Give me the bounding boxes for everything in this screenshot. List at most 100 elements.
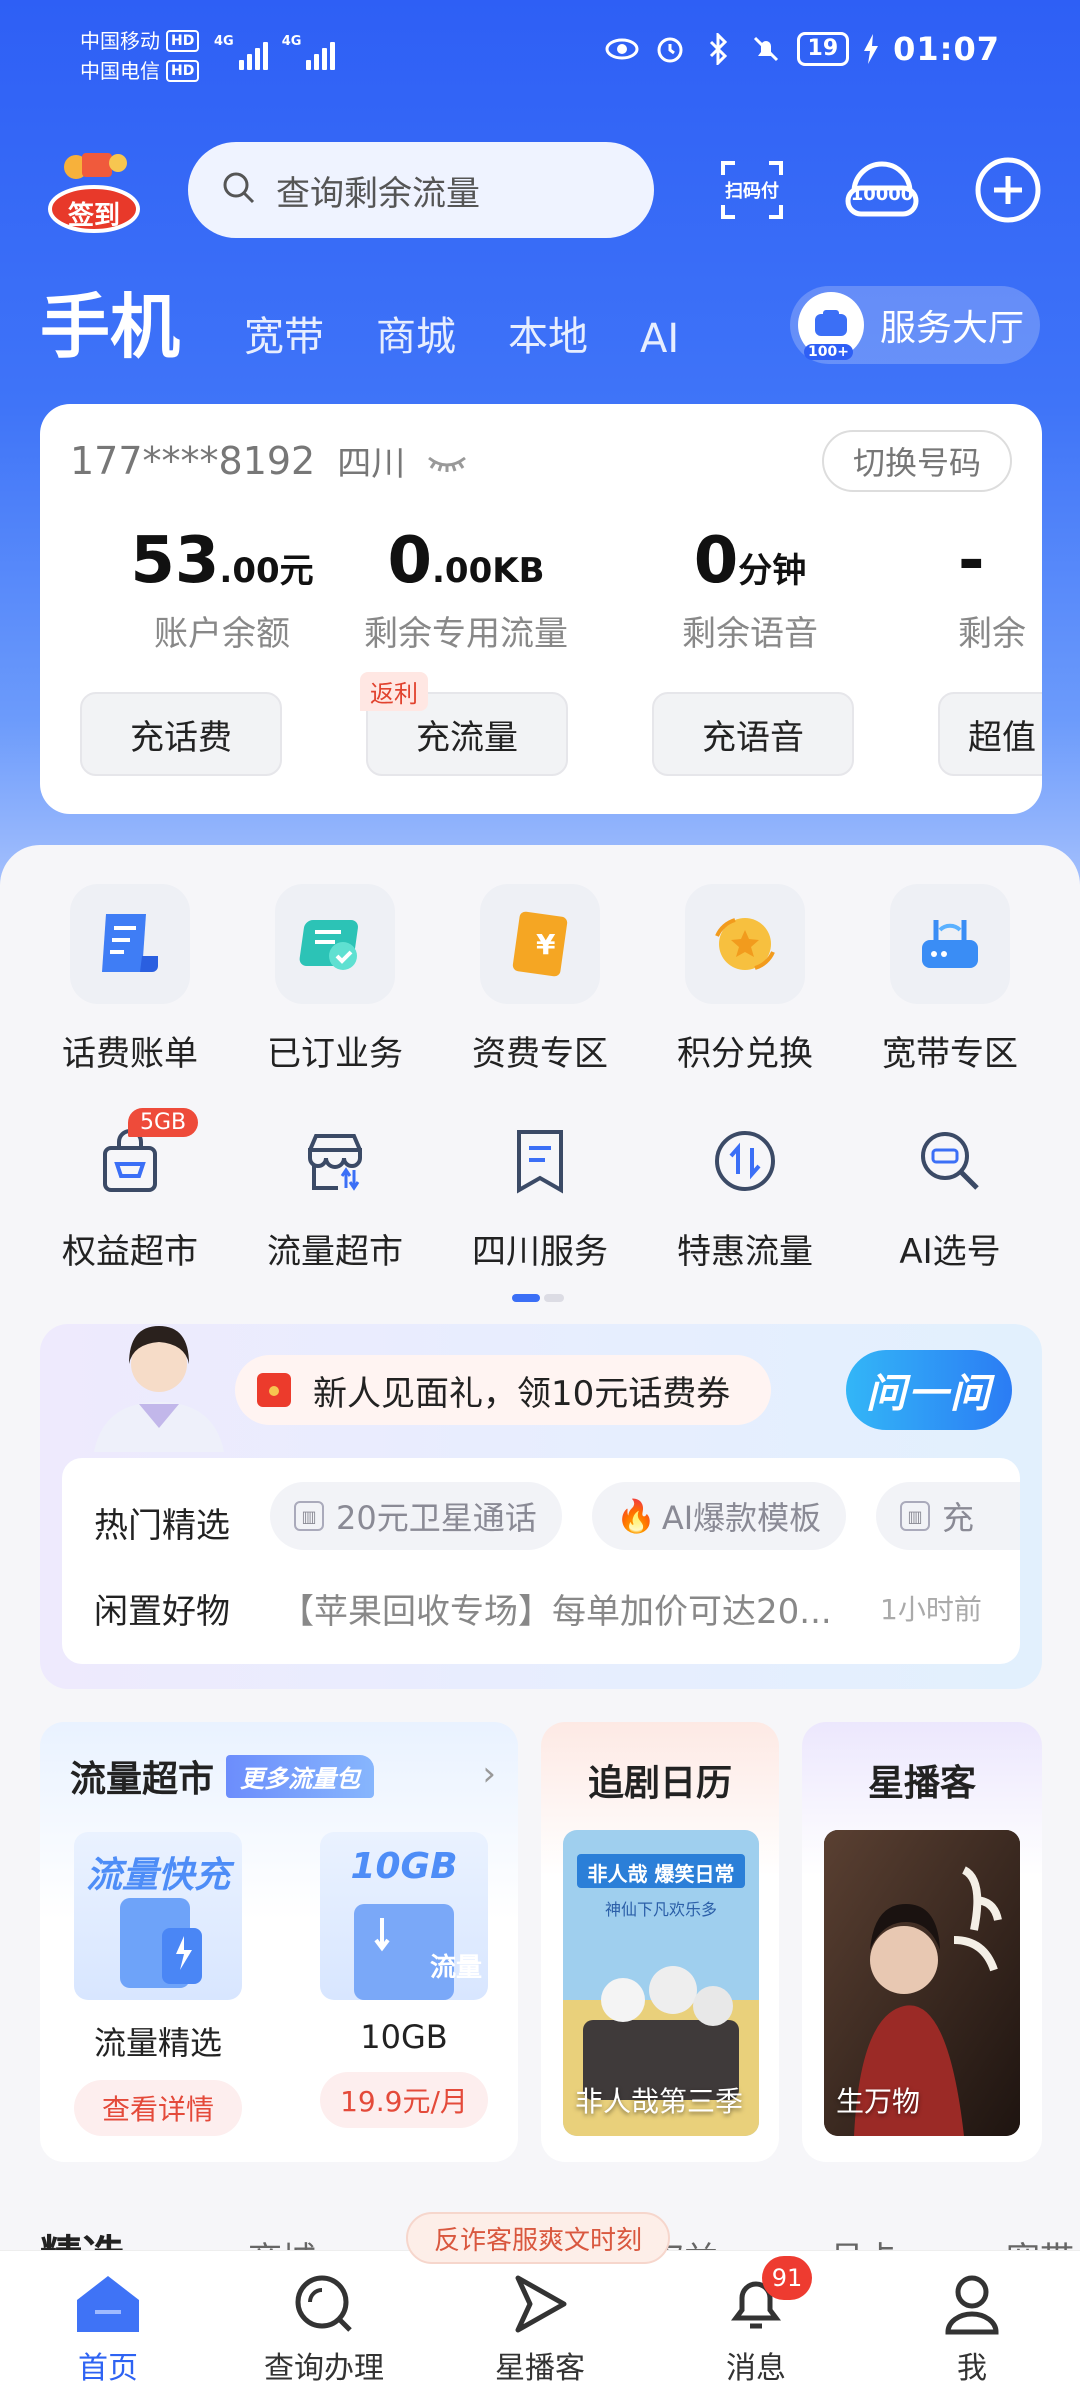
- gift-text: 新人见面礼，领10元话费券: [313, 1373, 731, 1414]
- data-market-card[interactable]: 流量超市 更多流量包 › 流量快充 流量精选 查看详情 10GB 流量 10GB…: [40, 1722, 518, 2162]
- search-icon: [222, 171, 256, 209]
- service-ai-number[interactable]: AI选号: [860, 1116, 1040, 1273]
- ai-search-icon: [905, 1116, 995, 1206]
- voice-stat[interactable]: 0分钟 剩余语音: [620, 524, 880, 655]
- home-icon: [73, 2269, 143, 2339]
- product-name: 10GB: [360, 2018, 448, 2056]
- nav-label: 首页: [78, 2351, 138, 2386]
- drama-calendar-card[interactable]: 追剧日历 非人哉 爆笑日常 神仙下凡欢乐多 非人哉第三季: [541, 1722, 779, 2162]
- star-podcast-card[interactable]: 星播客 生万物: [802, 1722, 1042, 2162]
- hd-badge: HD: [166, 60, 200, 82]
- service-label: 积分兑换: [677, 1034, 813, 1074]
- nav-me[interactable]: 我: [897, 2251, 1047, 2387]
- service-hall-button[interactable]: 100+ 服务大厅: [790, 286, 1040, 364]
- service-data-market[interactable]: 流量超市: [245, 1116, 425, 1273]
- tab-local[interactable]: 本地: [508, 304, 588, 372]
- service-hall-badge: 100+: [804, 344, 853, 360]
- nav-star-podcast[interactable]: 星播客: [465, 2251, 615, 2387]
- signin-button[interactable]: 签到: [46, 145, 142, 241]
- nav-home[interactable]: 首页: [33, 2251, 183, 2387]
- poster-title: 生万物: [836, 2085, 921, 2118]
- service-sichuan[interactable]: 四川服务: [450, 1116, 630, 1273]
- service-subscribed[interactable]: 已订业务: [245, 884, 425, 1075]
- view-details-button[interactable]: 查看详情: [74, 2080, 242, 2136]
- resale-text[interactable]: 【苹果回收专场】每单加价可达20...: [280, 1584, 832, 1633]
- carrier-1: 中国移动: [80, 29, 160, 53]
- topup-credit-button[interactable]: 充话费: [80, 692, 282, 776]
- voice-label: 剩余语音: [682, 614, 818, 654]
- service-label: 特惠流量: [677, 1232, 813, 1272]
- chip-ai-template[interactable]: 🔥 AI爆款模板: [592, 1482, 846, 1550]
- ask-button[interactable]: 问一问: [846, 1350, 1012, 1430]
- chip-satellite[interactable]: ▥ 20元卫星通话: [270, 1482, 562, 1550]
- card-title: 流量超市: [70, 1759, 215, 1800]
- service-broadband[interactable]: 宽带专区: [860, 884, 1040, 1075]
- tab-ai[interactable]: AI: [640, 316, 679, 372]
- hotline-label: 10000: [850, 184, 914, 205]
- signal-icon: 4G: [214, 34, 268, 70]
- search-input[interactable]: 查询剩余流量: [188, 142, 654, 238]
- service-agent-avatar[interactable]: [84, 1312, 234, 1452]
- signal-icon: 4G: [282, 34, 336, 70]
- chip-label: 充: [942, 1499, 975, 1537]
- poster-subtitle: 神仙下凡欢乐多: [604, 1900, 717, 1919]
- product-name: 流量精选: [93, 2024, 222, 2062]
- balance-label: 账户余额: [154, 614, 290, 654]
- topup-voice-button[interactable]: 充语音: [652, 692, 854, 776]
- drama-poster[interactable]: 非人哉 爆笑日常 神仙下凡欢乐多 非人哉第三季: [563, 1830, 759, 2136]
- charging-icon: [863, 32, 879, 66]
- service-points[interactable]: 积分兑换: [655, 884, 835, 1075]
- clock: 01:07: [893, 30, 1000, 68]
- new-user-gift-banner[interactable]: 新人见面礼，领10元话费券: [235, 1355, 771, 1425]
- nav-label: 查询办理: [264, 2351, 384, 2386]
- card-title: 星播客: [867, 1763, 976, 1804]
- router-icon: [890, 884, 1010, 1004]
- user-icon: [937, 2269, 1007, 2339]
- page-indicator: [512, 1294, 564, 1302]
- product-10gb[interactable]: 10GB 流量 10GB 19.9元/月: [320, 1832, 488, 2128]
- balance-unit: 元: [279, 551, 314, 591]
- signin-label: 签到: [67, 201, 120, 231]
- service-bill[interactable]: 话费账单: [40, 884, 220, 1075]
- data-stat[interactable]: 0.00KB 剩余专用流量: [336, 524, 596, 655]
- service-label: 流量超市: [267, 1232, 403, 1272]
- network-type: 4G: [214, 34, 234, 49]
- balance-stat[interactable]: 53.00元 账户余额: [92, 524, 352, 655]
- other-stat[interactable]: - 剩余: [906, 524, 1042, 655]
- service-label: 宽带专区: [882, 1034, 1018, 1074]
- service-tariff[interactable]: ¥ 资费专区: [450, 884, 630, 1075]
- eye-icon: [605, 32, 639, 66]
- voice-unit: 分钟: [738, 551, 807, 591]
- balance-int: 53: [130, 524, 220, 598]
- tab-broadband[interactable]: 宽带: [244, 304, 324, 372]
- more-packs-tag[interactable]: 更多流量包: [226, 1754, 375, 1798]
- data-label: 剩余专用流量: [364, 614, 568, 654]
- service-benefits-market[interactable]: 权益超市: [40, 1116, 220, 1273]
- tab-mall[interactable]: 商城: [376, 304, 456, 372]
- chevron-right-icon[interactable]: ›: [482, 1754, 496, 1794]
- scan-pay-button[interactable]: 扫码付: [712, 150, 792, 230]
- service-label: 话费账单: [62, 1034, 198, 1074]
- nav-query[interactable]: 查询办理: [249, 2251, 399, 2387]
- product-fast-charge[interactable]: 流量快充 流量精选 查看详情: [74, 1832, 242, 2136]
- add-button[interactable]: [968, 150, 1048, 230]
- service-special-data[interactable]: 特惠流量: [655, 1116, 835, 1273]
- switch-number-button[interactable]: 切换号码: [822, 430, 1012, 492]
- mute-icon: [749, 32, 783, 66]
- carrier-2: 中国电信: [80, 59, 160, 83]
- query-icon: [289, 2269, 359, 2339]
- hotline-button[interactable]: 10000: [842, 150, 922, 230]
- tag-icon: ▥: [294, 1501, 324, 1531]
- red-envelope-icon: [257, 1373, 291, 1407]
- resale-time: 1小时前: [880, 1593, 982, 1626]
- chip-more[interactable]: ▥ 充: [876, 1482, 1020, 1550]
- product-price[interactable]: 19.9元/月: [320, 2072, 488, 2128]
- hide-eye-icon[interactable]: [427, 439, 467, 483]
- status-right: 19 01:07: [605, 30, 1000, 68]
- tab-mobile[interactable]: 手机: [40, 271, 180, 372]
- service-label: 四川服务: [472, 1232, 608, 1272]
- anti-fraud-banner[interactable]: 反诈客服爽文时刻: [406, 2212, 670, 2264]
- star-poster[interactable]: 生万物: [824, 1830, 1020, 2136]
- value-pack-button[interactable]: 超值: [938, 692, 1042, 776]
- rebate-tag: 返利: [360, 672, 428, 711]
